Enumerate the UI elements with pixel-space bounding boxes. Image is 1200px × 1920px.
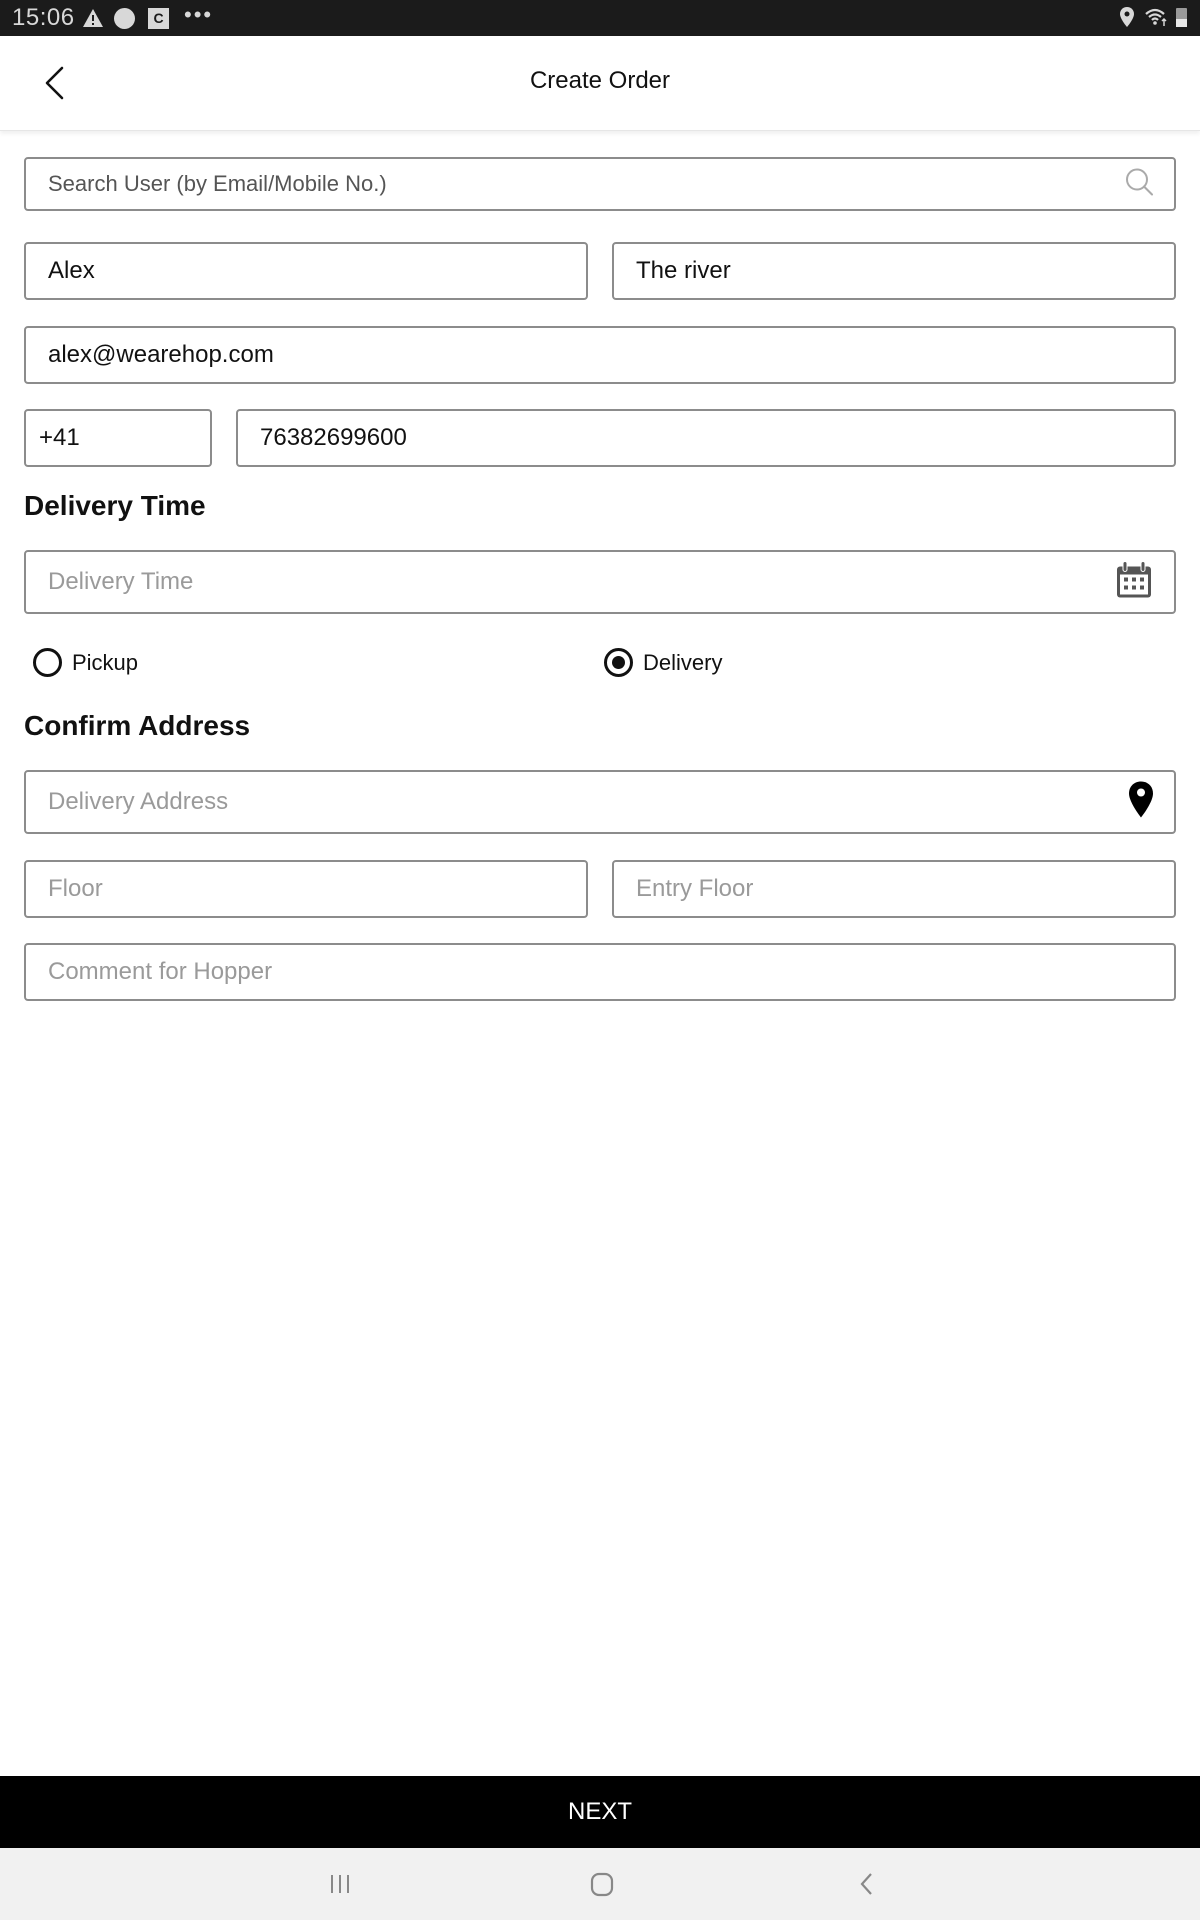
- first-name-field[interactable]: [24, 242, 588, 300]
- next-button[interactable]: NEXT: [0, 1776, 1200, 1848]
- page-title: Create Order: [529, 67, 671, 94]
- delivery-address-field[interactable]: [24, 770, 1176, 834]
- system-nav-bar: [0, 1848, 1200, 1920]
- last-name-input[interactable]: [614, 244, 1174, 298]
- wifi-icon: [1144, 7, 1170, 32]
- floor-field[interactable]: [24, 860, 588, 918]
- last-name-field[interactable]: [612, 242, 1176, 300]
- floor-input[interactable]: [26, 862, 586, 916]
- home-icon[interactable]: [588, 1870, 616, 1903]
- app-header: Create Order: [0, 36, 1200, 131]
- email-field[interactable]: [24, 326, 1176, 384]
- delivery-radio-circle[interactable]: [604, 648, 633, 677]
- phone-field[interactable]: [236, 409, 1176, 467]
- phone-input[interactable]: [238, 411, 1174, 465]
- search-user-input[interactable]: [26, 159, 1174, 209]
- search-icon[interactable]: [1124, 167, 1154, 202]
- delivery-time-input[interactable]: [26, 552, 1174, 612]
- app-notification-icon: [114, 8, 135, 29]
- back-icon[interactable]: [853, 1870, 881, 1903]
- delivery-address-input[interactable]: [26, 772, 1174, 832]
- delivery-time-field[interactable]: [24, 550, 1176, 614]
- comment-input[interactable]: [26, 945, 1174, 999]
- delivery-radio[interactable]: Delivery: [604, 648, 722, 677]
- battery-icon: [1176, 8, 1187, 27]
- entry-floor-field[interactable]: [612, 860, 1176, 918]
- warning-icon: [82, 8, 104, 33]
- pickup-radio-label: Pickup: [72, 649, 139, 675]
- country-code-input[interactable]: [26, 411, 210, 465]
- delivery-radio-label: Delivery: [643, 649, 723, 675]
- pickup-radio[interactable]: Pickup: [33, 648, 138, 677]
- country-code-field[interactable]: [24, 409, 212, 467]
- status-time: 15:06: [12, 4, 75, 31]
- entry-floor-input[interactable]: [614, 862, 1174, 916]
- calendar-icon[interactable]: [1116, 561, 1152, 604]
- email-input[interactable]: [26, 328, 1174, 382]
- recent-apps-icon[interactable]: [326, 1870, 354, 1903]
- map-pin-icon[interactable]: [1128, 781, 1154, 824]
- location-icon: [1120, 7, 1134, 32]
- first-name-input[interactable]: [26, 244, 586, 298]
- app-badge-icon: C: [148, 8, 169, 29]
- status-bar: 15:06 C •••: [0, 0, 1200, 36]
- confirm-address-heading: Confirm Address: [24, 710, 251, 741]
- delivery-time-heading: Delivery Time: [24, 490, 206, 521]
- comment-field[interactable]: [24, 943, 1176, 1001]
- pickup-radio-circle[interactable]: [33, 648, 62, 677]
- search-user-field[interactable]: [24, 157, 1176, 211]
- more-dots-icon: •••: [184, 2, 214, 27]
